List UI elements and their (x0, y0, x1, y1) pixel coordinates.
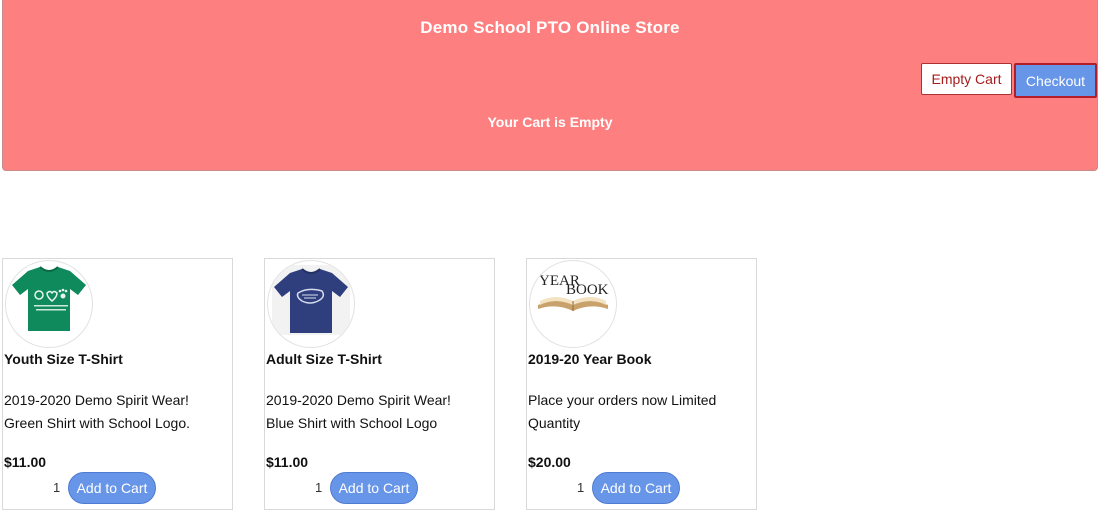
product-image-blue-tshirt (267, 260, 355, 348)
add-to-cart-button[interactable]: Add to Cart (330, 472, 418, 504)
add-to-cart-button[interactable]: Add to Cart (592, 472, 680, 504)
product-description-line: Green Shirt with School Logo. (4, 415, 190, 431)
product-price: $11.00 (266, 454, 309, 470)
product-title: Adult Size T-Shirt (266, 351, 382, 367)
product-description-line: Blue Shirt with School Logo (266, 415, 438, 431)
product-card-yearbook: YEAR BOOK 2019-20 Year Book Place your o… (526, 258, 757, 510)
quantity-value[interactable]: 1 (577, 480, 584, 495)
checkout-button[interactable]: Checkout (1014, 63, 1097, 98)
cart-status: Your Cart is Empty (487, 114, 613, 130)
product-description-line: Place your orders now Limited (528, 392, 717, 408)
product-description: 2019-2020 Demo Spirit Wear! Green Shirt … (4, 389, 224, 435)
quantity-value[interactable]: 1 (53, 480, 60, 495)
product-image-yearbook: YEAR BOOK (529, 260, 617, 348)
product-description: Place your orders now Limited Quantity (528, 389, 748, 435)
product-description: 2019-2020 Demo Spirit Wear! Blue Shirt w… (266, 389, 486, 435)
empty-cart-button[interactable]: Empty Cart (921, 63, 1012, 95)
product-image-green-tshirt (5, 260, 93, 348)
add-to-cart-button[interactable]: Add to Cart (68, 472, 156, 504)
quantity-value[interactable]: 1 (315, 480, 322, 495)
product-price: $20.00 (528, 454, 571, 470)
store-title: Demo School PTO Online Store (420, 18, 680, 37)
store-header: Demo School PTO Online Store Empty Cart … (2, 0, 1098, 171)
product-title: 2019-20 Year Book (528, 351, 652, 367)
product-card-youth-tshirt: Youth Size T-Shirt 2019-2020 Demo Spirit… (2, 258, 233, 510)
yearbook-logo-text-book: BOOK (566, 282, 609, 298)
product-card-adult-tshirt: Adult Size T-Shirt 2019-2020 Demo Spirit… (264, 258, 495, 510)
product-title: Youth Size T-Shirt (4, 351, 123, 367)
product-description-line: 2019-2020 Demo Spirit Wear! (4, 392, 189, 408)
product-description-line: 2019-2020 Demo Spirit Wear! (266, 392, 451, 408)
product-description-line: Quantity (528, 415, 581, 431)
product-price: $11.00 (4, 454, 47, 470)
